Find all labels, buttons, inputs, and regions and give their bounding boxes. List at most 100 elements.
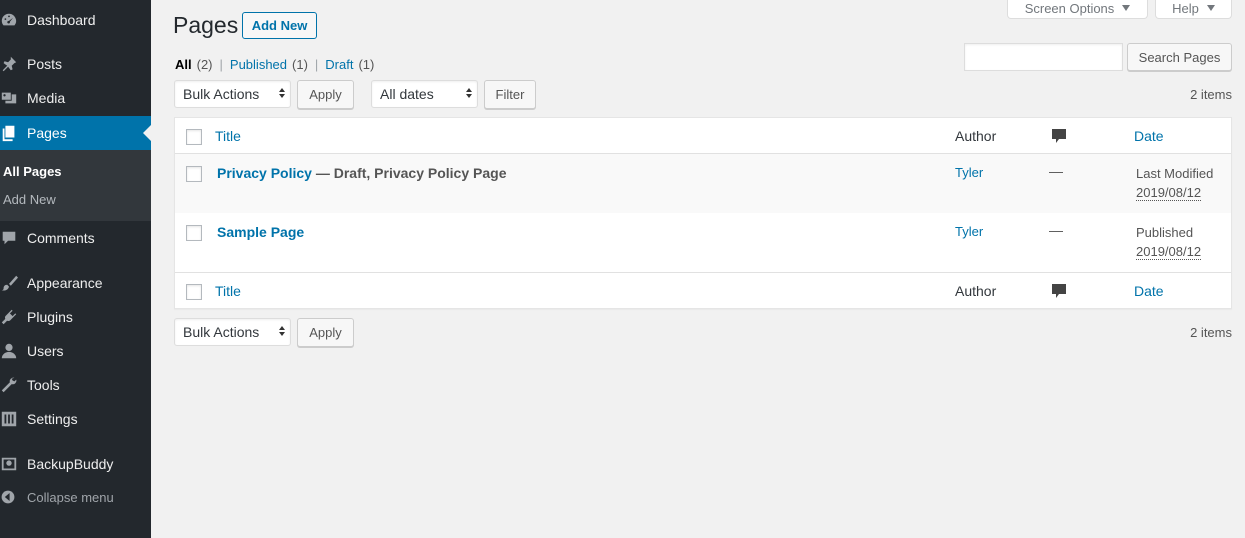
pages-submenu: All Pages Add New: [0, 150, 151, 221]
row-comments: —: [1049, 163, 1063, 179]
menu-settings[interactable]: Settings: [0, 402, 151, 436]
filter-draft[interactable]: Draft: [325, 57, 353, 72]
menu-pages[interactable]: Pages: [0, 116, 151, 150]
row-date-value: 2019/08/12: [1136, 244, 1202, 260]
dashboard-icon: [0, 3, 27, 37]
comments-column-icon: [1052, 284, 1066, 303]
add-new-page-button[interactable]: Add New: [242, 12, 317, 39]
date-column-footer[interactable]: Date: [1134, 283, 1164, 299]
pages-table: Title Author Date Privacy Policy — Draft…: [174, 117, 1232, 309]
bulk-actions-select-bottom[interactable]: Bulk Actions: [174, 318, 291, 346]
page-title: Pages: [173, 12, 239, 38]
settings-icon: [0, 402, 27, 436]
search-pages-input[interactable]: [964, 43, 1123, 71]
media-icon: [0, 81, 27, 115]
submenu-add-new[interactable]: Add New: [3, 192, 56, 207]
screen-options-button[interactable]: Screen Options: [1007, 0, 1148, 19]
menu-users-label: Users: [27, 343, 64, 359]
date-column-header[interactable]: Date: [1134, 128, 1164, 144]
menu-appearance[interactable]: Appearance: [0, 266, 151, 300]
caret-down-icon: [1122, 5, 1131, 11]
menu-appearance-label: Appearance: [27, 275, 103, 291]
bulk-actions-select-top[interactable]: Bulk Actions: [174, 80, 291, 108]
menu-posts[interactable]: Posts: [0, 47, 151, 81]
apply-button-bottom[interactable]: Apply: [297, 318, 354, 347]
filter-separator: |: [314, 57, 319, 72]
admin-sidebar: Dashboard Posts Media Pages All Pages Ad…: [0, 0, 151, 538]
row-post-state: — Draft, Privacy Policy Page: [311, 165, 507, 181]
select-arrows-icon: [279, 88, 285, 98]
dates-select[interactable]: All dates: [371, 80, 478, 108]
items-count-bottom: 2 items: [1190, 325, 1232, 340]
row-title-link[interactable]: Privacy Policy: [217, 165, 312, 181]
row-date-value: 2019/08/12: [1136, 185, 1202, 201]
author-column-footer: Author: [955, 283, 997, 299]
filter-all-count: (2): [196, 57, 213, 72]
filter-all[interactable]: All: [175, 57, 192, 72]
menu-comments[interactable]: Comments: [0, 221, 151, 255]
screen-options-label: Screen Options: [1024, 0, 1115, 16]
menu-dashboard[interactable]: Dashboard: [0, 3, 151, 37]
pages-icon: [0, 116, 27, 150]
menu-backupbuddy[interactable]: BackupBuddy: [0, 447, 151, 481]
table-header-row: Title Author Date: [175, 118, 1231, 154]
row-checkbox[interactable]: [186, 225, 202, 241]
filter-published-count: (1): [292, 57, 308, 72]
menu-tools[interactable]: Tools: [0, 368, 151, 402]
row-date: Last Modified 2019/08/12: [1136, 164, 1213, 202]
search-pages-button[interactable]: Search Pages: [1127, 43, 1232, 71]
title-column-header[interactable]: Title: [215, 128, 241, 144]
filter-published[interactable]: Published: [230, 57, 287, 72]
filter-separator: |: [219, 57, 223, 72]
row-checkbox[interactable]: [186, 166, 202, 182]
collapse-menu-button[interactable]: Collapse menu: [0, 480, 151, 514]
row-date-status: Published: [1136, 225, 1194, 240]
select-arrows-icon: [279, 326, 285, 336]
select-arrows-icon: [466, 88, 472, 98]
select-all-checkbox-bottom[interactable]: [186, 284, 202, 300]
table-footer-row: Title Author Date: [175, 272, 1231, 308]
select-all-checkbox[interactable]: [186, 129, 202, 145]
menu-plugins-label: Plugins: [27, 309, 73, 325]
brush-icon: [0, 266, 27, 300]
row-title: Privacy Policy — Draft, Privacy Policy P…: [217, 165, 506, 181]
wrench-icon: [0, 368, 27, 402]
row-author-link[interactable]: Tyler: [955, 224, 983, 239]
help-button[interactable]: Help: [1155, 0, 1232, 19]
pin-icon: [0, 47, 27, 81]
menu-users[interactable]: Users: [0, 334, 151, 368]
filter-button[interactable]: Filter: [484, 80, 536, 109]
menu-backupbuddy-label: BackupBuddy: [27, 456, 114, 472]
help-label: Help: [1172, 0, 1199, 16]
menu-posts-label: Posts: [27, 56, 63, 72]
comment-icon: [0, 221, 27, 255]
row-title: Sample Page: [217, 224, 304, 240]
menu-media[interactable]: Media: [0, 81, 151, 115]
table-row: Privacy Policy — Draft, Privacy Policy P…: [175, 154, 1231, 213]
collapse-menu-label: Collapse menu: [27, 489, 114, 505]
row-title-link[interactable]: Sample Page: [217, 224, 304, 240]
bulk-actions-value: Bulk Actions: [183, 324, 260, 340]
menu-plugins[interactable]: Plugins: [0, 300, 151, 334]
bulk-actions-value: Bulk Actions: [183, 86, 260, 102]
menu-dashboard-label: Dashboard: [27, 12, 96, 28]
comments-column-icon: [1052, 129, 1066, 148]
plug-icon: [0, 300, 27, 334]
row-date: Published 2019/08/12: [1136, 223, 1202, 261]
collapse-icon: [0, 480, 27, 514]
menu-comments-label: Comments: [27, 230, 95, 246]
title-column-footer[interactable]: Title: [215, 283, 241, 299]
user-icon: [0, 334, 27, 368]
caret-down-icon: [1206, 5, 1215, 11]
submenu-all-pages[interactable]: All Pages: [3, 164, 62, 179]
row-date-status: Last Modified: [1136, 166, 1214, 181]
row-author-link[interactable]: Tyler: [955, 165, 983, 180]
apply-button-top[interactable]: Apply: [297, 80, 354, 109]
menu-media-label: Media: [27, 90, 66, 106]
items-count-top: 2 items: [1190, 87, 1232, 102]
menu-settings-label: Settings: [27, 411, 78, 427]
status-filter-links: All (2) | Published (1) | Draft (1): [175, 57, 374, 72]
filter-draft-count: (1): [358, 57, 375, 72]
row-comments: —: [1049, 222, 1063, 238]
dates-value: All dates: [380, 86, 434, 102]
